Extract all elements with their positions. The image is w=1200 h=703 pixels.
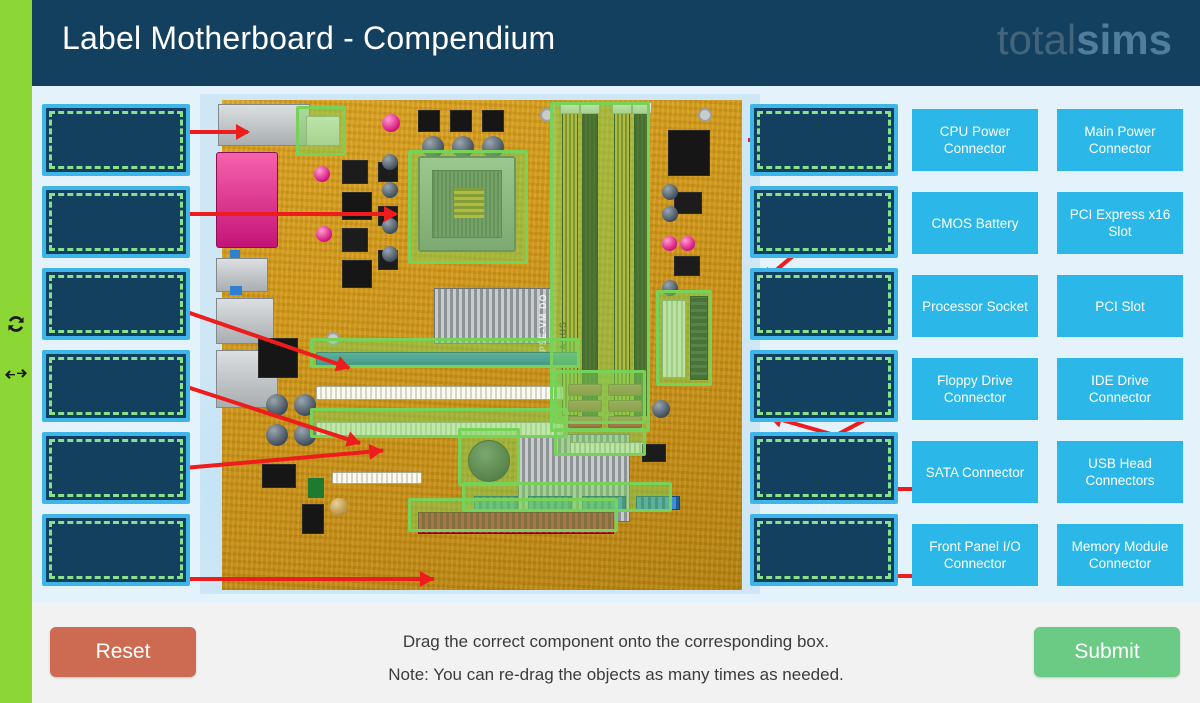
refresh-icon[interactable] [2, 310, 30, 338]
dropzone-left-6[interactable] [42, 514, 190, 586]
option-cpu-power-connector[interactable]: CPU Power Connector [912, 109, 1038, 171]
motherboard-image: P5E-VM DO ASUS [200, 94, 760, 594]
instruction-line-2: Note: You can re-drag the objects as man… [388, 665, 844, 684]
dropzone-right-1[interactable] [750, 104, 898, 176]
dropzone-left-3[interactable] [42, 268, 190, 340]
dropzone-right-4[interactable] [750, 350, 898, 422]
option-pci-express-x16-slot[interactable]: PCI Express x16 Slot [1057, 192, 1183, 254]
app-header: Label Motherboard - Compendium totalsims [32, 0, 1200, 86]
option-pci-slot[interactable]: PCI Slot [1057, 275, 1183, 337]
left-toolbar-rail [0, 0, 32, 703]
option-usb-head-connectors[interactable]: USB Head Connectors [1057, 441, 1183, 503]
option-main-power-connector[interactable]: Main Power Connector [1057, 109, 1183, 171]
option-processor-socket[interactable]: Processor Socket [912, 275, 1038, 337]
submit-button[interactable]: Submit [1034, 627, 1180, 677]
exercise-stage: P5E-VM DO ASUS CPU Power Connector Main … [32, 86, 1200, 603]
logo-light-part: total [996, 16, 1077, 63]
option-memory-module-connector[interactable]: Memory Module Connector [1057, 524, 1183, 586]
dropzone-right-6[interactable] [750, 514, 898, 586]
collapse-icon[interactable] [2, 360, 30, 388]
page-title: Label Motherboard - Compendium [62, 20, 556, 56]
option-front-panel-io-connector[interactable]: Front Panel I/O Connector [912, 524, 1038, 586]
dropzone-left-4[interactable] [42, 350, 190, 422]
dropzone-right-2[interactable] [750, 186, 898, 258]
logo-bold-part: sims [1076, 16, 1172, 63]
instructions: Drag the correct component onto the corr… [32, 625, 1200, 691]
option-cmos-battery[interactable]: CMOS Battery [912, 192, 1038, 254]
option-ide-drive-connector[interactable]: IDE Drive Connector [1057, 358, 1183, 420]
footer-bar: Reset Drag the correct component onto th… [32, 603, 1200, 703]
board-model-silkscreen: P5E-VM DO [538, 293, 548, 352]
dropzone-right-5[interactable] [750, 432, 898, 504]
app-root: Label Motherboard - Compendium totalsims [0, 0, 1200, 703]
brand-logo: totalsims [997, 14, 1172, 66]
dropzone-right-3[interactable] [750, 268, 898, 340]
dropzone-left-5[interactable] [42, 432, 190, 504]
dropzone-left-2[interactable] [42, 186, 190, 258]
option-sata-connector[interactable]: SATA Connector [912, 441, 1038, 503]
option-floppy-drive-connector[interactable]: Floppy Drive Connector [912, 358, 1038, 420]
dropzone-left-1[interactable] [42, 104, 190, 176]
board-brand-silkscreen: ASUS [558, 320, 568, 350]
instruction-line-1: Drag the correct component onto the corr… [402, 632, 830, 651]
